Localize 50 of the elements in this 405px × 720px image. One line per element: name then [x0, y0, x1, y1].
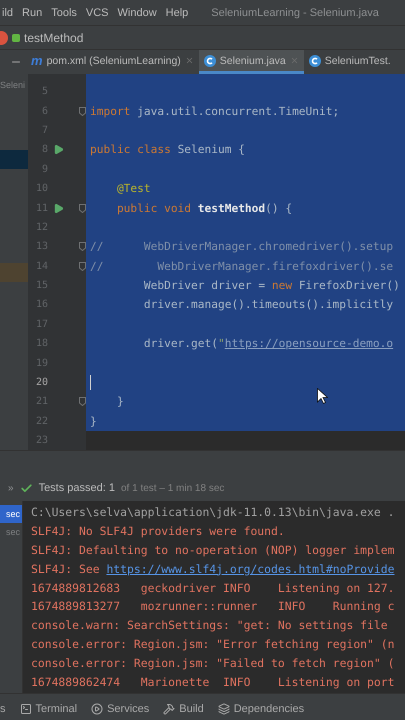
mouse-pointer-icon [317, 388, 328, 404]
tool-window-button[interactable]: Terminal [20, 703, 78, 715]
fold-icon[interactable] [79, 242, 86, 252]
check-icon [20, 482, 33, 494]
menu-item[interactable]: Run [22, 6, 42, 18]
close-icon[interactable] [184, 56, 194, 65]
class-icon [308, 54, 321, 66]
console-line: console.error: Region.jsm: "Error fetching region" (n [31, 636, 396, 653]
fold-icon[interactable] [79, 106, 86, 116]
test-duration[interactable]: sec [0, 505, 22, 523]
tool-window-button[interactable]: Build [163, 703, 204, 715]
menu-item[interactable]: Tools [51, 6, 77, 18]
console-line: 1674889812683 geckodriver INFO Listening on 127. [31, 580, 396, 597]
window-title: SeleniumLearning - Selenium.java [211, 6, 379, 18]
fold-icon[interactable] [79, 204, 86, 213]
class-icon [0, 30, 8, 44]
terminal-icon [20, 703, 32, 715]
menu-item[interactable]: Help [166, 6, 188, 18]
class-icon [204, 54, 216, 66]
menu-item[interactable]: VCS [86, 6, 109, 18]
test-status: Tests passed: 1 [38, 482, 115, 494]
console-line: 1674889813277 mozrunner::runner INFO Running c [31, 598, 396, 616]
tool-window-button[interactable]: Services [91, 703, 150, 715]
tool-window-button[interactable]: s [0, 703, 6, 715]
editor-tab[interactable]: SeleniumTest. [304, 50, 396, 74]
console-line: console.warn: SearchSettings: "get: No settings file [31, 617, 389, 634]
console-line: SLF4J: Defaulting to no-operation (NOP) logger implem [31, 542, 396, 559]
fold-icon[interactable] [79, 397, 86, 406]
console-line: C:\Users\selva\application\jdk-11.0.13\bin\java.exe . [31, 504, 396, 522]
method-icon [12, 34, 20, 42]
line-number: 20 [34, 377, 48, 388]
run-icon[interactable] [52, 202, 64, 214]
menu-item[interactable]: Window [118, 6, 157, 18]
services-icon [91, 703, 104, 715]
expand-toggle[interactable]: » [8, 482, 14, 494]
run-icon[interactable] [52, 144, 64, 156]
console-line: 1674889862474 Marionette INFO Listening on port [31, 674, 396, 691]
close-icon[interactable] [290, 56, 299, 65]
console-line: console.error: Region.jsm: "Failed to fetch region" ( [31, 654, 396, 672]
menu-item[interactable]: ild [2, 6, 14, 18]
dependencies-icon [218, 703, 230, 715]
test-summary: of 1 test – 1 min 18 sec [121, 482, 224, 494]
tool-window-button[interactable]: Dependencies [218, 703, 304, 715]
console-line: SLF4J: See https://www.slf4j.org/codes.html#noProvide [31, 560, 396, 578]
editor-tab[interactable]: m pom.xml (SeleniumLearning) [26, 50, 199, 74]
fold-icon[interactable] [79, 262, 86, 271]
build-icon [163, 703, 176, 715]
breadcrumb[interactable]: testMethod [24, 30, 84, 44]
console-line: SLF4J: No SLF4J providers were found. [31, 523, 286, 540]
editor-tab[interactable]: Selenium.java [198, 50, 304, 74]
